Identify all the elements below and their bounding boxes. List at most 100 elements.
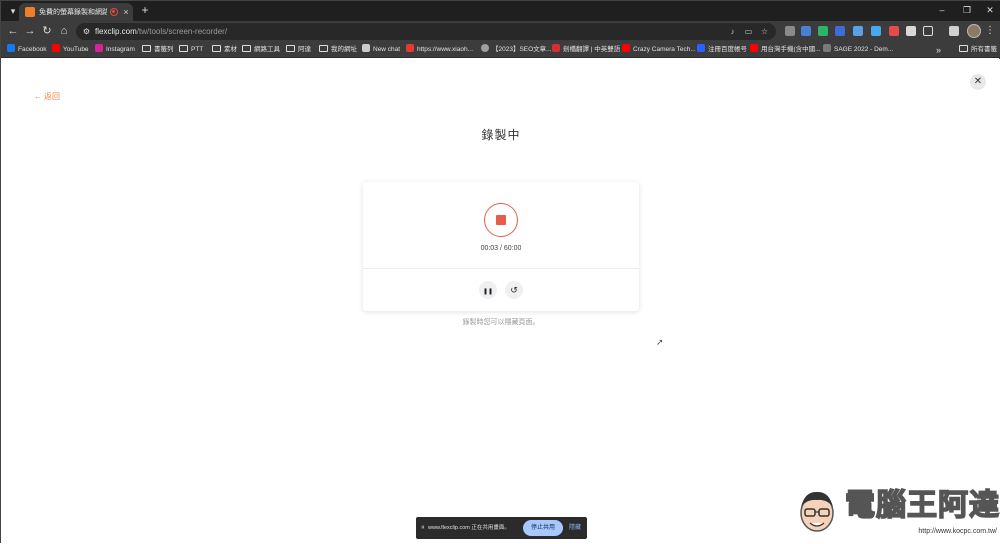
card-divider bbox=[363, 268, 639, 269]
stop-sharing-button[interactable]: 停止共用 bbox=[523, 520, 563, 536]
flexclip-favicon-icon bbox=[25, 7, 35, 17]
globe-icon bbox=[481, 44, 489, 52]
tab-flexclip[interactable]: 免費的螢幕錄製和網路攝 × bbox=[19, 3, 133, 21]
watermark-title: 電腦王阿達 bbox=[844, 488, 1000, 523]
bookmark-folder[interactable]: 阿達 bbox=[286, 44, 311, 56]
back-label: 返回 bbox=[44, 92, 60, 101]
microphone-icon[interactable]: ♪ bbox=[727, 26, 738, 37]
bookmark-item[interactable]: YouTube bbox=[52, 44, 89, 56]
youtube-icon bbox=[750, 44, 758, 52]
site-info-icon[interactable]: ⚙ bbox=[81, 26, 92, 37]
close-button[interactable]: ✕ bbox=[970, 74, 986, 90]
profile-avatar[interactable] bbox=[967, 24, 981, 38]
browser-window: ▾ 免費的螢幕錄製和網路攝 × + – ❐ ✕ ← → ↻ ⌂ ⚙ flexcl… bbox=[0, 0, 1000, 544]
extension-5-icon[interactable] bbox=[853, 26, 863, 36]
bookmark-label: Crazy Camera Tech... bbox=[633, 46, 696, 53]
bookmark-item[interactable]: New chat bbox=[362, 44, 400, 56]
bookmark-folder[interactable]: 書籤列 bbox=[142, 44, 174, 56]
extension-6-icon[interactable] bbox=[871, 26, 881, 36]
extension-8-icon[interactable] bbox=[906, 26, 916, 36]
chat-icon bbox=[362, 44, 370, 52]
back-link[interactable]: ← 返回 bbox=[34, 91, 60, 103]
bookmark-star-icon[interactable]: ☆ bbox=[759, 26, 770, 37]
back-arrow-icon[interactable]: ← bbox=[6, 24, 20, 38]
bookmark-label: Instagram bbox=[106, 46, 135, 53]
folder-icon bbox=[286, 45, 295, 52]
extension-7-icon[interactable] bbox=[889, 26, 899, 36]
tab-close-icon[interactable]: × bbox=[121, 6, 131, 18]
bookmark-item[interactable]: 注冊百度帳号 bbox=[697, 44, 747, 56]
bookmark-item[interactable]: Crazy Camera Tech... bbox=[622, 44, 696, 56]
folder-icon bbox=[212, 45, 221, 52]
bookmark-label: 所有書籤 bbox=[971, 46, 997, 53]
back-arrow-icon: ← bbox=[34, 92, 42, 101]
baidu-icon bbox=[697, 44, 705, 52]
forward-arrow-icon[interactable]: → bbox=[23, 24, 37, 38]
extension-3-icon[interactable] bbox=[818, 26, 828, 36]
home-icon[interactable]: ⌂ bbox=[57, 24, 71, 38]
bookmark-label: Facebook bbox=[18, 46, 47, 53]
facebook-icon bbox=[7, 44, 15, 52]
folder-icon bbox=[319, 45, 328, 52]
pause-icon: ❚❚ bbox=[482, 289, 494, 295]
hide-button[interactable]: 隱藏 bbox=[567, 523, 583, 533]
bookmark-label: 網路工具 bbox=[254, 46, 280, 53]
site-icon bbox=[406, 44, 414, 52]
restart-button[interactable]: ↺ bbox=[505, 281, 523, 299]
new-tab-button[interactable]: + bbox=[139, 4, 151, 17]
bookmark-folder[interactable]: PTT bbox=[179, 44, 203, 56]
bookmark-item[interactable]: 用台灣手機(含中國... bbox=[750, 44, 821, 56]
bookmark-item[interactable]: https://www.xiaoh... bbox=[406, 44, 473, 56]
youtube-icon bbox=[52, 44, 60, 52]
page-title: 錄製中 bbox=[481, 128, 521, 142]
url-path: /tw/tools/screen-recorder/ bbox=[136, 27, 228, 36]
bookmark-folder[interactable]: 網路工具 bbox=[242, 44, 280, 56]
bookmarks-overflow-button[interactable]: » bbox=[936, 44, 941, 56]
watermark: 電腦王阿達 http://www.kocpc.com.tw/ bbox=[791, 485, 1000, 541]
bookmark-item[interactable]: Facebook bbox=[7, 44, 47, 56]
bookmark-item[interactable]: 【2023】SEO文章... bbox=[481, 44, 552, 56]
bookmark-label: 素材 bbox=[224, 46, 237, 53]
tab-strip: ▾ 免費的螢幕錄製和網路攝 × + – ❐ ✕ bbox=[1, 1, 1000, 21]
window-close-button[interactable]: ✕ bbox=[983, 4, 997, 17]
bookmark-label: https://www.xiaoh... bbox=[417, 46, 473, 53]
bookmark-folder[interactable]: 素材 bbox=[212, 44, 237, 56]
bookmark-label: 我的網址 bbox=[331, 46, 357, 53]
tab-search-icon[interactable]: ▾ bbox=[7, 5, 19, 17]
bookmark-label: 阿達 bbox=[298, 46, 311, 53]
recording-timer: 00:03 / 60:00 bbox=[480, 245, 522, 252]
address-bar[interactable]: ⚙ flexclip.com/tw/tools/screen-recorder/… bbox=[76, 23, 776, 40]
extension-9-icon[interactable] bbox=[949, 26, 959, 36]
url-host: flexclip.com bbox=[95, 27, 137, 36]
mouse-cursor-icon: ➚ bbox=[656, 337, 664, 347]
extension-4-icon[interactable] bbox=[835, 26, 845, 36]
pause-button[interactable]: ❚❚ bbox=[479, 281, 497, 299]
bookmark-label: New chat bbox=[373, 46, 401, 53]
minimize-button[interactable]: – bbox=[935, 4, 949, 17]
folder-icon bbox=[142, 45, 151, 52]
cambridge-icon bbox=[552, 44, 560, 52]
screen-share-bar: ⏸ www.flexclip.com 正在共用畫面。 停止共用 隱藏 bbox=[416, 517, 587, 539]
cast-icon[interactable]: ▭ bbox=[743, 26, 754, 37]
bookmark-item[interactable]: SAGE 2022 - Dem... bbox=[823, 44, 893, 56]
reload-icon[interactable]: ↻ bbox=[40, 24, 54, 38]
bookmark-label: 劍橋翻譯 | 中英雙語 bbox=[563, 46, 621, 53]
bookmark-item[interactable]: 劍橋翻譯 | 中英雙語 bbox=[552, 44, 620, 56]
bookmark-folder[interactable]: 我的網址 bbox=[319, 44, 357, 56]
recording-indicator-icon bbox=[110, 8, 118, 16]
menu-kebab-icon[interactable]: ⋮ bbox=[985, 24, 995, 38]
bookmark-label: 【2023】SEO文章... bbox=[492, 46, 552, 53]
browser-toolbar: ← → ↻ ⌂ ⚙ flexclip.com/tw/tools/screen-r… bbox=[1, 21, 1000, 42]
bookmark-label: 書籤列 bbox=[154, 46, 174, 53]
bookmark-item[interactable]: Instagram bbox=[95, 44, 135, 56]
extension-1-icon[interactable] bbox=[785, 26, 795, 36]
extensions-puzzle-icon[interactable] bbox=[923, 26, 933, 36]
drag-handle-icon[interactable]: ⏸ bbox=[421, 523, 425, 533]
all-bookmarks-folder[interactable]: 所有書籤 bbox=[959, 44, 997, 56]
stop-recording-button[interactable] bbox=[484, 203, 518, 237]
restore-button[interactable]: ❐ bbox=[960, 4, 974, 17]
mascot-face-icon bbox=[800, 491, 834, 532]
recorder-card: 00:03 / 60:00 ❚❚ ↺ bbox=[363, 182, 639, 311]
stop-icon bbox=[496, 215, 506, 225]
extension-translate-icon[interactable] bbox=[801, 26, 811, 36]
